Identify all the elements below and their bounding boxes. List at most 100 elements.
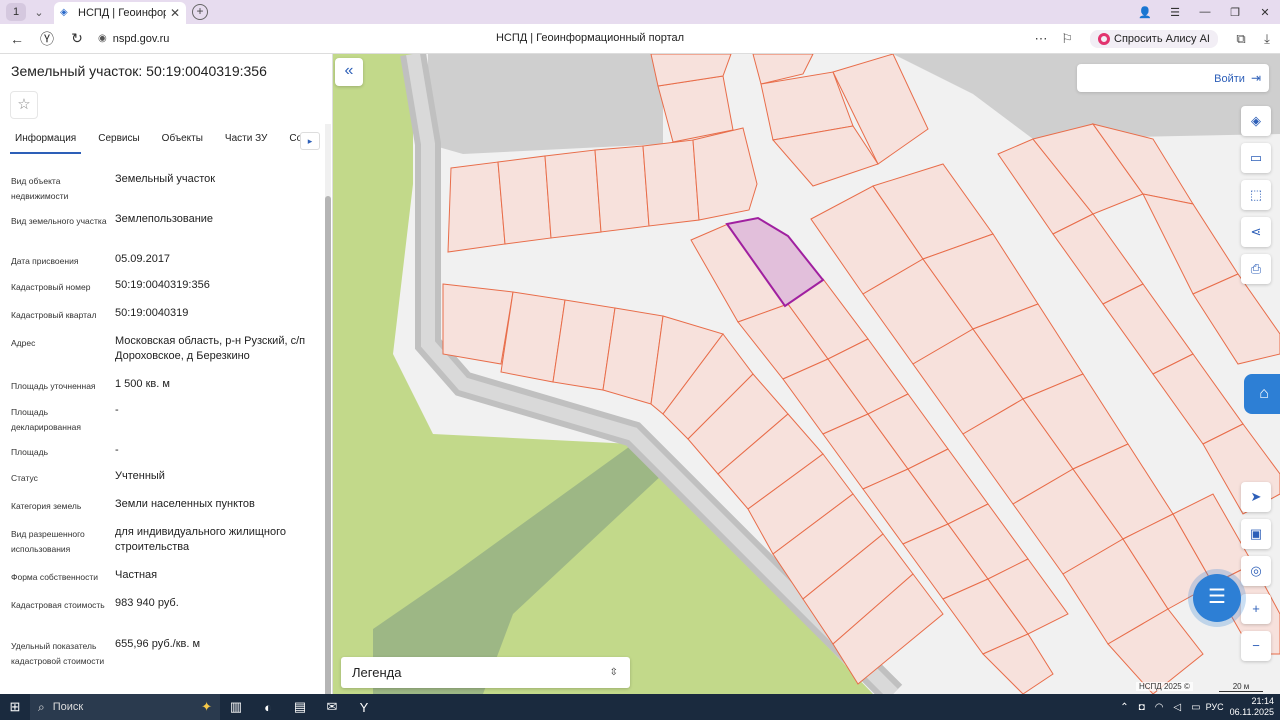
taskbar-search[interactable]: ⌕ Поиск ✦ [30,694,220,720]
layers-icon[interactable]: ◈ [1241,106,1271,136]
more-icon[interactable]: ⋯ [1028,31,1054,47]
info-value: 50:19:0040319:356 [115,279,210,291]
info-key: Площадь декларированная [11,407,81,432]
yandex-browser-icon[interactable]: Y [348,700,380,715]
map-scale: 20 м [1219,682,1263,692]
info-key: Статус [11,473,38,483]
info-value: Частная [115,569,158,581]
reload-icon[interactable]: ↻ [64,30,90,47]
site-favicon-icon: ◈ [60,7,68,18]
info-value: Земли населенных пунктов [115,498,255,510]
language-indicator[interactable]: РУС [1206,702,1224,712]
share-icon[interactable]: ⋖ [1241,217,1271,247]
info-value: Учтенный [115,470,165,482]
minimize-icon[interactable]: — [1190,6,1220,18]
navigate-icon[interactable]: ➤ [1241,482,1271,512]
wifi-icon[interactable]: ◠ [1155,702,1164,713]
map-view[interactable]: « Войти ⇥ ◈ ▭ ⬚ ⋖ ⎙ ⌂ ➤ ▣ ◎ + − ☰ Легенда… [333,54,1280,694]
collapse-panel-button[interactable]: « [335,58,363,86]
new-tab-button[interactable]: + [192,4,208,20]
print-icon[interactable]: ⎙ [1241,254,1271,284]
explorer-icon[interactable]: ▤ [284,699,316,715]
volume-icon[interactable]: ◁ [1173,702,1181,713]
windows-taskbar: ⊞ ⌕ Поиск ✦ ▥ ◐ ▤ ✉ Y ⌃ ◘ ◠ ◁ ▭ РУС 21:1… [0,694,1280,720]
url-field[interactable]: ◉ nspd.gov.ru [98,33,169,45]
restore-icon[interactable]: ❐ [1220,6,1250,19]
windows-start-icon[interactable]: ⊞ [0,699,30,715]
login-button[interactable]: Войти ⇥ [1077,64,1269,92]
info-key: Кадастровый номер [11,282,91,292]
yandex-icon[interactable]: Ⓨ [34,29,60,49]
info-value: - [115,404,119,416]
info-panel: Земельный участок: 50:19:0040319:356 ☆ И… [0,54,333,694]
tab-parts[interactable]: Части ЗУ [225,130,267,154]
minimap-icon[interactable]: ▣ [1241,519,1271,549]
alice-button[interactable]: Спросить Алису AI [1090,30,1218,48]
chat-icon[interactable]: ☰ [1193,574,1241,622]
info-value: Земельный участок [115,173,216,185]
info-key: Кадастровый квартал [11,310,97,320]
map-canvas[interactable] [333,54,1280,694]
zoom-out-button[interactable]: − [1241,631,1271,661]
site-info-icon[interactable]: ◉ [98,33,107,44]
info-value: - [115,444,119,456]
select-area-icon[interactable]: ⬚ [1241,180,1271,210]
tab-counter[interactable]: 1 [6,3,26,21]
tab-objects[interactable]: Объекты [162,130,203,154]
tab-services[interactable]: Сервисы [98,130,139,154]
panel-title: Земельный участок: 50:19:0040319:356 [11,63,267,79]
info-key: Кадастровая стоимость [11,600,105,610]
chevron-up-icon[interactable]: ⌃ [1120,702,1128,713]
browser-tab[interactable]: ◈ НСПД | Геоинформац ✕ [54,2,186,24]
info-key: Площадь [11,447,49,457]
info-key: Вид разрешенного использования [11,529,85,554]
search-label: Поиск [52,701,84,713]
tab-information[interactable]: Информация [10,130,82,154]
search-icon: ⌕ [38,699,45,714]
extensions-icon[interactable]: ⧉ [1228,31,1254,47]
info-value: Московская область, р-н Рузский, с/п Дор… [115,335,306,362]
edge-icon[interactable]: ◐ [252,700,284,715]
clock-date: 06.11.2025 [1229,707,1274,717]
profile-icon[interactable]: 👤 [1130,6,1160,19]
window-controls: 👤 ☰ — ❐ ✕ [1130,0,1280,24]
address-bar: ← Ⓨ ↻ ◉ nspd.gov.ru НСПД | Геоинформацио… [0,24,1280,54]
info-key: Вид земельного участка [11,216,107,226]
sparkle-icon: ✦ [201,699,212,714]
back-icon[interactable]: ← [4,31,30,47]
favorite-star-icon[interactable]: ☆ [10,91,38,119]
downloads-icon[interactable]: ⤓ [1254,31,1280,47]
task-view-icon[interactable]: ▥ [220,699,252,715]
zoom-in-button[interactable]: + [1241,594,1271,624]
info-key: Дата присвоения [11,256,79,266]
system-tray: ⌃ ◘ ◠ ◁ ▭ РУС 21:14 06.11.2025 [1115,694,1274,720]
clock-time: 21:14 [1251,696,1274,706]
scrollbar-thumb[interactable] [325,196,331,694]
tab-title: НСПД | Геоинформац [78,7,166,19]
browser-tab-bar: 1 ⌄ ◈ НСПД | Геоинформац ✕ + 👤 ☰ — ❐ ✕ [0,0,1280,24]
page-title: НСПД | Геоинформационный портал [495,32,685,44]
ruler-icon[interactable]: ▭ [1241,143,1271,173]
clock[interactable]: 21:14 06.11.2025 [1230,696,1274,718]
info-value: 983 940 руб. [115,597,179,609]
legend-label: Легенда [352,665,402,680]
mail-icon[interactable]: ✉ [316,699,348,715]
bookmark-icon[interactable]: ⚐ [1054,31,1080,47]
info-value: Землепользование [115,213,214,225]
alice-label: Спросить Алису AI [1114,33,1210,45]
legend-dropdown[interactable]: Легенда ⇳ [341,657,630,688]
panel-scrollbar[interactable] [325,124,331,694]
camera-icon[interactable]: ◘ [1139,702,1145,713]
tabs-scroll-right-icon[interactable]: ▸ [300,132,320,150]
info-value: 1 500 кв. м [115,378,170,390]
chevron-down-icon[interactable]: ⌄ [30,6,48,19]
menu-icon[interactable]: ☰ [1160,6,1190,19]
side-widget-icon[interactable]: ⌂ [1244,374,1280,414]
url-text: nspd.gov.ru [112,32,170,45]
geolocation-icon[interactable]: ◎ [1241,556,1271,586]
panel-tabs: Информация Сервисы Объекты Части ЗУ Сост… [10,130,320,154]
close-icon[interactable]: ✕ [170,6,180,20]
battery-icon[interactable]: ▭ [1191,702,1200,713]
info-value: для индивидуального жилищного строительс… [115,526,287,553]
close-window-icon[interactable]: ✕ [1250,6,1280,19]
